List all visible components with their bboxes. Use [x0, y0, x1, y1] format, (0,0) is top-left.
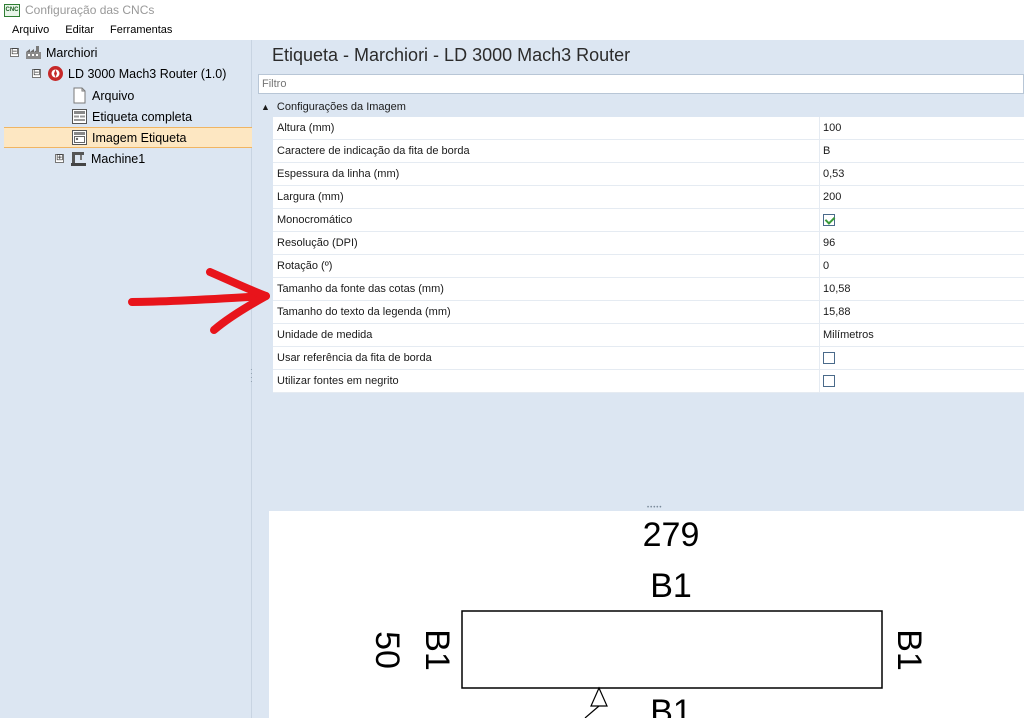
- row-gutter: [256, 140, 273, 163]
- collapse-caret-icon[interactable]: ▲: [261, 102, 270, 112]
- property-value[interactable]: 0,53: [820, 163, 1024, 186]
- row-gutter: [256, 117, 273, 140]
- property-row[interactable]: Caractere de indicação da fita de borda B: [256, 140, 1024, 163]
- label-preview: 279 B1 50 B1 B1 B1: [256, 509, 1024, 718]
- width-dimension-text: 279: [643, 516, 700, 554]
- title-bar: CNC Configuração das CNCs: [0, 0, 1024, 20]
- grain-arrow-icon: [590, 686, 608, 707]
- property-row[interactable]: Tamanho da fonte das cotas (mm) 10,58: [256, 278, 1024, 301]
- property-name: Usar referência da fita de borda: [273, 347, 820, 370]
- property-value-checkbox[interactable]: [820, 209, 1024, 232]
- property-value[interactable]: 0: [820, 255, 1024, 278]
- property-row[interactable]: Altura (mm) 100: [256, 117, 1024, 140]
- preview-drawing: 279 B1 50 B1 B1 B1: [368, 516, 928, 718]
- image-label-icon: [71, 129, 88, 146]
- property-value-checkbox[interactable]: [820, 370, 1024, 393]
- height-dimension-text: 50: [368, 631, 406, 669]
- page-title: Etiqueta - Marchiori - LD 3000 Mach3 Rou…: [272, 45, 631, 65]
- tree-label: Machine1: [91, 151, 146, 166]
- property-row[interactable]: Unidade de medida Milímetros: [256, 324, 1024, 347]
- config-tree: ⊟ Marchiori ⊟ LD 3000 Mach3 Router (1.0)…: [0, 40, 252, 718]
- tree-label: LD 3000 Mach3 Router (1.0): [68, 66, 227, 81]
- row-gutter: [256, 163, 273, 186]
- property-row[interactable]: Monocromático: [256, 209, 1024, 232]
- machine-icon: [70, 150, 87, 167]
- property-value-checkbox[interactable]: [820, 347, 1024, 370]
- property-name: Altura (mm): [273, 117, 820, 140]
- category-header[interactable]: ▲ Configurações da Imagem: [256, 97, 1024, 117]
- window-title: Configuração das CNCs: [25, 3, 155, 17]
- property-row[interactable]: Usar referência da fita de borda: [256, 347, 1024, 370]
- tree-label: Etiqueta completa: [92, 109, 193, 124]
- property-row[interactable]: Utilizar fontes em negrito: [256, 370, 1024, 393]
- property-name: Tamanho da fonte das cotas (mm): [273, 278, 820, 301]
- file-icon: [71, 87, 88, 104]
- property-name: Unidade de medida: [273, 324, 820, 347]
- tree-node-marchiori[interactable]: ⊟ Marchiori: [10, 42, 97, 63]
- checked-checkbox-icon[interactable]: [823, 214, 835, 226]
- property-grid: ▲ Configurações da Imagem Altura (mm) 100…: [256, 97, 1024, 393]
- property-value[interactable]: 100: [820, 117, 1024, 140]
- expand-icon[interactable]: ⊞: [55, 154, 64, 163]
- menu-arquivo[interactable]: Arquivo: [4, 24, 57, 36]
- property-value[interactable]: 10,58: [820, 278, 1024, 301]
- property-value[interactable]: Milímetros: [820, 324, 1024, 347]
- preview-canvas: 279 B1 50 B1 B1 B1: [269, 511, 1024, 718]
- router-icon: [47, 65, 64, 82]
- property-name: Rotação (º): [273, 255, 820, 278]
- property-row[interactable]: Tamanho do texto da legenda (mm) 15,88: [256, 301, 1024, 324]
- menu-ferramentas[interactable]: Ferramentas: [102, 24, 180, 36]
- property-name: Monocromático: [273, 209, 820, 232]
- tree-node-etiqueta-completa[interactable]: Etiqueta completa: [71, 106, 192, 127]
- property-value[interactable]: 15,88: [820, 301, 1024, 324]
- unchecked-checkbox-icon[interactable]: [823, 352, 835, 364]
- piece-rectangle: [461, 610, 883, 689]
- collapse-icon[interactable]: ⊟: [32, 69, 41, 78]
- property-name: Resolução (DPI): [273, 232, 820, 255]
- row-gutter: [256, 232, 273, 255]
- property-row[interactable]: Rotação (º) 0: [256, 255, 1024, 278]
- menu-bar: Arquivo Editar Ferramentas: [0, 20, 1024, 40]
- row-gutter: [256, 370, 273, 393]
- tree-label: Arquivo: [92, 88, 135, 103]
- tree-node-machine[interactable]: ⊟ LD 3000 Mach3 Router (1.0): [32, 63, 226, 84]
- row-gutter: [256, 209, 273, 232]
- tree-node-arquivo[interactable]: Arquivo: [71, 85, 134, 106]
- property-name: Largura (mm): [273, 186, 820, 209]
- category-label: Configurações da Imagem: [276, 101, 406, 113]
- edge-top-text: B1: [650, 567, 692, 605]
- property-name: Caractere de indicação da fita de borda: [273, 140, 820, 163]
- collapse-icon[interactable]: ⊟: [10, 48, 19, 57]
- property-row[interactable]: Espessura da linha (mm) 0,53: [256, 163, 1024, 186]
- property-value[interactable]: 96: [820, 232, 1024, 255]
- property-name: Utilizar fontes em negrito: [273, 370, 820, 393]
- edge-bottom-text: B1: [650, 693, 692, 718]
- tree-label: Marchiori: [46, 45, 98, 60]
- edge-left-text: B1: [418, 629, 456, 671]
- splitter-grip-icon[interactable]: · · · ·: [250, 366, 253, 386]
- property-name: Espessura da linha (mm): [273, 163, 820, 186]
- app-icon: CNC: [4, 3, 20, 17]
- tree-node-machine1[interactable]: ⊞ Machine1: [55, 148, 145, 169]
- row-gutter: [256, 347, 273, 370]
- edge-right-text: B1: [890, 629, 928, 671]
- property-value[interactable]: B: [820, 140, 1024, 163]
- red-arrow-icon: [128, 268, 270, 334]
- tree-node-imagem-etiqueta[interactable]: Imagem Etiqueta: [4, 127, 252, 148]
- menu-editar[interactable]: Editar: [57, 24, 102, 36]
- property-row[interactable]: Resolução (DPI) 96: [256, 232, 1024, 255]
- row-gutter: [256, 186, 273, 209]
- property-name: Tamanho do texto da legenda (mm): [273, 301, 820, 324]
- tree-label: Imagem Etiqueta: [92, 130, 187, 145]
- unchecked-checkbox-icon[interactable]: [823, 375, 835, 387]
- property-row[interactable]: Largura (mm) 200: [256, 186, 1024, 209]
- property-value[interactable]: 200: [820, 186, 1024, 209]
- label-icon: [71, 108, 88, 125]
- factory-icon: [25, 44, 42, 61]
- filter-input[interactable]: [258, 74, 1024, 94]
